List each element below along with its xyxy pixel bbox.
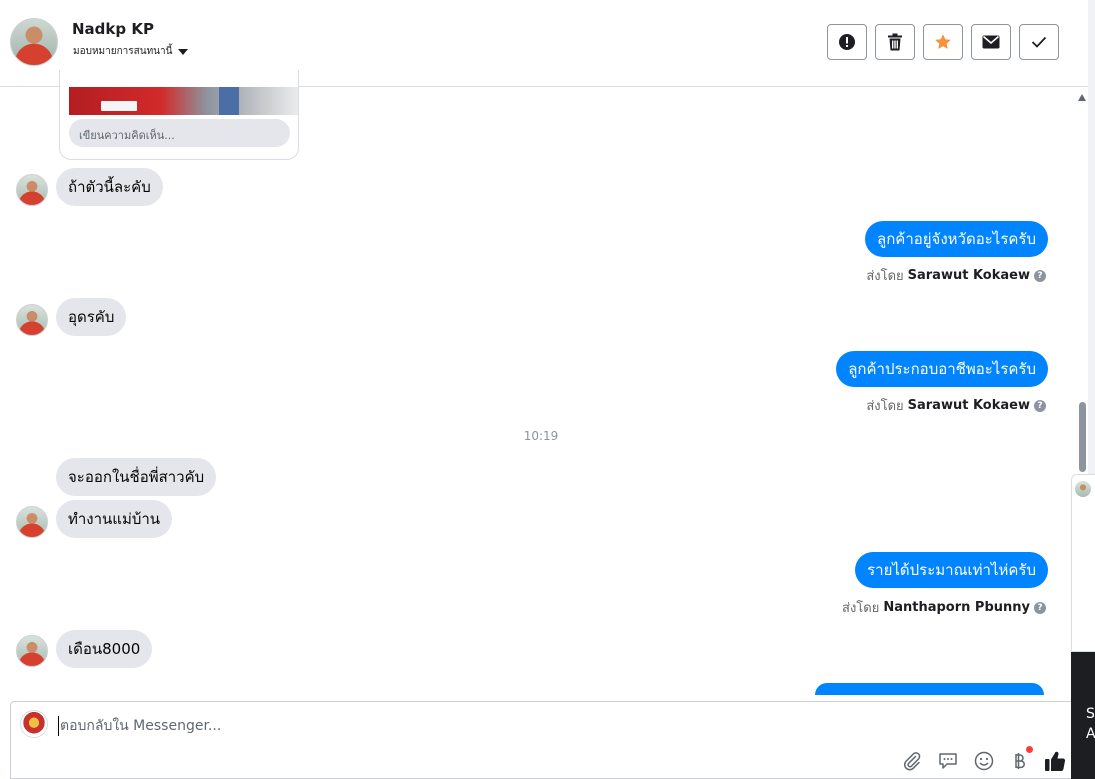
reply-input[interactable]	[58, 716, 658, 736]
license-plate	[101, 101, 137, 111]
sent-by-label: ส่งโดย	[866, 269, 904, 284]
sender-avatar[interactable]	[16, 635, 48, 667]
sent-by-info: ส่งโดย Sarawut Kokaew ?	[866, 395, 1046, 416]
incoming-message[interactable]: จะออกในชื่อพี่สาวคับ	[56, 458, 217, 496]
baht-payment-icon[interactable]	[1008, 750, 1030, 772]
contact-avatar[interactable]	[10, 18, 58, 66]
outgoing-message-partial[interactable]	[815, 683, 1044, 695]
emoji-icon[interactable]	[973, 750, 995, 772]
envelope-icon	[982, 35, 1000, 49]
sent-by-label: ส่งโดย	[842, 601, 880, 616]
page-avatar	[20, 710, 48, 738]
side-panel-text: A	[1086, 726, 1095, 742]
incoming-message[interactable]: อุดรคับ	[56, 298, 127, 336]
assign-conversation-dropdown[interactable]: มอบหมายการสนทนานี้	[73, 44, 189, 59]
incoming-message[interactable]: ถ้าตัวนี้ละคับ	[56, 168, 163, 206]
help-icon[interactable]: ?	[1034, 399, 1046, 412]
contact-name[interactable]: Nadkp KP	[72, 20, 154, 38]
exclamation-icon	[838, 33, 856, 51]
timestamp-divider: 10:19	[523, 429, 559, 443]
incoming-message[interactable]: ทำงานแม่บ้าน	[56, 500, 173, 538]
caret-down-icon	[178, 49, 189, 55]
side-dark-panel[interactable]: S A	[1071, 652, 1095, 779]
sender-avatar[interactable]	[16, 506, 48, 538]
outgoing-message[interactable]: รายได้ประมาณเท่าไห่ครับ	[855, 552, 1048, 588]
sender-name: Sarawut Kokaew	[907, 398, 1030, 413]
sender-avatar[interactable]	[16, 304, 48, 336]
star-icon	[934, 33, 952, 51]
trash-icon	[887, 33, 903, 51]
person-figure	[219, 87, 239, 115]
post-image[interactable]	[69, 87, 298, 115]
saved-reply-icon[interactable]	[937, 750, 959, 772]
mark-done-button[interactable]	[1019, 24, 1059, 60]
mini-avatar	[1075, 481, 1091, 497]
check-icon	[1031, 36, 1047, 48]
notification-dot	[1026, 746, 1033, 753]
help-icon[interactable]: ?	[1034, 601, 1046, 614]
sent-by-info: ส่งโดย Nanthaporn Pbunny ?	[842, 597, 1046, 618]
side-panel-text: S	[1086, 706, 1095, 722]
delete-button[interactable]	[875, 24, 915, 60]
assign-label: มอบหมายการสนทนานี้	[73, 46, 173, 57]
sender-avatar[interactable]	[16, 174, 48, 206]
sent-by-label: ส่งโดย	[866, 399, 904, 414]
reply-composer	[10, 701, 1076, 779]
sender-name: Nanthaporn Pbunny	[883, 600, 1030, 615]
like-icon[interactable]	[1044, 750, 1066, 772]
incoming-message[interactable]: เดือน8000	[56, 630, 153, 668]
outgoing-message[interactable]: ลูกค้าประกอบอาชีพอะไรครับ	[836, 351, 1048, 387]
comment-input[interactable]: เขียนความคิดเห็น...	[69, 119, 290, 147]
help-icon[interactable]: ?	[1034, 269, 1046, 282]
scroll-up-arrow-icon[interactable]	[1078, 94, 1086, 101]
shared-post-card[interactable]: เขียนความคิดเห็น...	[59, 70, 299, 160]
star-button[interactable]	[923, 24, 963, 60]
side-chat-popup[interactable]	[1071, 474, 1095, 652]
mark-unread-button[interactable]	[971, 24, 1011, 60]
outgoing-message[interactable]: ลูกค้าอยู่จังหวัดอะไรครับ	[865, 221, 1048, 257]
sender-name: Sarawut Kokaew	[907, 268, 1030, 283]
scrollbar-thumb[interactable]	[1079, 402, 1086, 472]
attachment-icon[interactable]	[901, 750, 923, 772]
sent-by-info: ส่งโดย Sarawut Kokaew ?	[866, 265, 1046, 286]
mark-spam-button[interactable]	[827, 24, 867, 60]
